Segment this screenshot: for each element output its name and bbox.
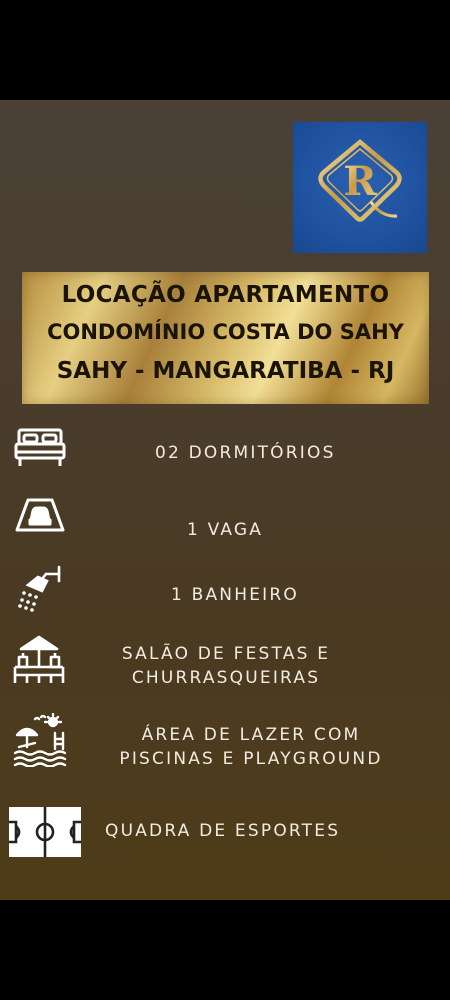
banner-location-line: SAHY - MANGARATIBA - RJ [56, 358, 395, 384]
feature-parking: 1 VAGA [187, 520, 264, 540]
feature-leisure-line2: PISCINAS E PLAYGROUND [119, 749, 383, 769]
title-banner: LOCAÇÃO APARTAMENTO CONDOMÍNIO COSTA DO … [22, 272, 429, 404]
shower-icon [16, 563, 64, 613]
kiosk-grill-icon [11, 633, 67, 685]
car-parking-icon [14, 496, 66, 534]
feature-party-hall: SALÃO DE FESTAS E CHURRASQUEIRAS [110, 642, 342, 690]
rental-flyer: R LOCAÇÃO APARTAMENTO CONDOMÍNIO COSTA D… [0, 100, 450, 900]
feature-party-hall-line2: CHURRASQUEIRAS [131, 668, 321, 688]
feature-bedrooms: 02 DORMITÓRIOS [155, 443, 336, 463]
bed-icon [14, 427, 66, 469]
feature-leisure-area: ÁREA DE LAZER COM PISCINAS E PLAYGROUND [102, 723, 400, 771]
screen: R LOCAÇÃO APARTAMENTO CONDOMÍNIO COSTA D… [0, 0, 450, 1000]
feature-bathroom: 1 BANHEIRO [171, 585, 299, 605]
banner-condo-line: CONDOMÍNIO COSTA DO SAHY [47, 320, 404, 344]
r-monogram-icon: R [318, 139, 402, 222]
feature-party-hall-line1: SALÃO DE FESTAS E [121, 644, 331, 664]
brand-logo: R [293, 122, 427, 253]
sports-court-icon [9, 807, 81, 857]
feature-leisure-line1: ÁREA DE LAZER COM [141, 725, 361, 745]
svg-text:R: R [343, 158, 377, 205]
feature-sports-court: QUADRA DE ESPORTES [105, 821, 341, 841]
pool-leisure-icon [13, 713, 69, 767]
banner-title-line: LOCAÇÃO APARTAMENTO [61, 282, 390, 308]
